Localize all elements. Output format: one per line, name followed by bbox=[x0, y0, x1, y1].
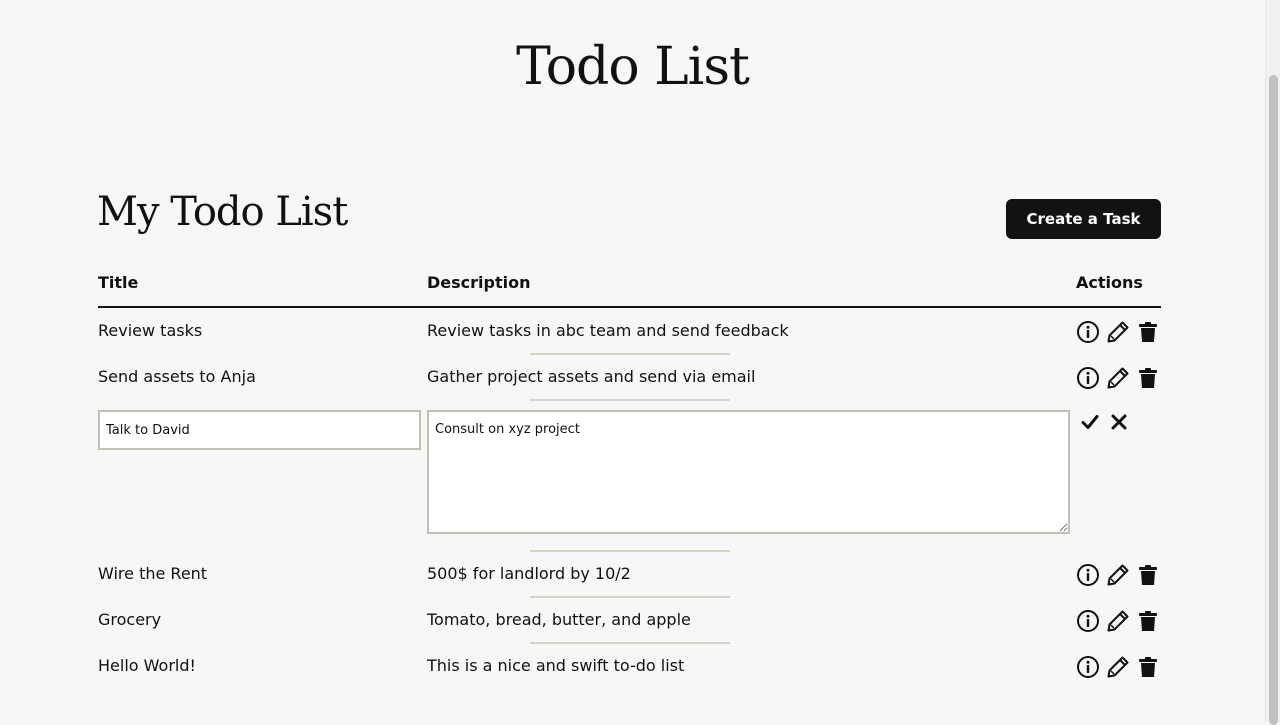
trash-icon[interactable] bbox=[1136, 655, 1160, 679]
app-title: Todo List bbox=[516, 37, 750, 97]
task-actions bbox=[1076, 563, 1166, 587]
row-divider bbox=[530, 399, 730, 401]
checkmark-icon[interactable] bbox=[1080, 412, 1100, 432]
column-header-title: Title bbox=[98, 273, 139, 292]
trash-icon[interactable] bbox=[1136, 563, 1160, 587]
task-title-input[interactable] bbox=[98, 410, 421, 450]
trash-icon[interactable] bbox=[1136, 609, 1160, 633]
trash-icon[interactable] bbox=[1136, 366, 1160, 390]
task-row: Hello World! This is a nice and swift to… bbox=[0, 643, 1265, 689]
edit-actions bbox=[1080, 412, 1140, 434]
task-actions bbox=[1076, 366, 1166, 390]
pencil-icon[interactable] bbox=[1106, 366, 1130, 390]
task-actions bbox=[1076, 320, 1166, 344]
task-row: Review tasks Review tasks in abc team an… bbox=[0, 308, 1265, 354]
info-circle-icon[interactable] bbox=[1076, 563, 1100, 587]
list-heading: My Todo List bbox=[97, 189, 348, 235]
info-circle-icon[interactable] bbox=[1076, 320, 1100, 344]
pencil-icon[interactable] bbox=[1106, 609, 1130, 633]
task-description: Tomato, bread, butter, and apple bbox=[427, 610, 691, 629]
task-row: Send assets to Anja Gather project asset… bbox=[0, 354, 1265, 400]
create-task-button[interactable]: Create a Task bbox=[1006, 199, 1161, 239]
task-description: 500$ for landlord by 10/2 bbox=[427, 564, 631, 583]
task-row: Grocery Tomato, bread, butter, and apple bbox=[0, 597, 1265, 643]
task-description: Review tasks in abc team and send feedba… bbox=[427, 321, 789, 340]
x-icon[interactable] bbox=[1109, 412, 1129, 432]
pencil-icon[interactable] bbox=[1106, 655, 1130, 679]
task-description: Gather project assets and send via email bbox=[427, 367, 756, 386]
task-row: Wire the Rent 500$ for landlord by 10/2 bbox=[0, 551, 1265, 597]
pencil-icon[interactable] bbox=[1106, 320, 1130, 344]
page-scrollbar[interactable] bbox=[1265, 0, 1280, 725]
task-title: Send assets to Anja bbox=[98, 367, 256, 386]
task-actions bbox=[1076, 609, 1166, 633]
task-title: Wire the Rent bbox=[98, 564, 208, 583]
task-description-textarea[interactable]: Consult on xyz project bbox=[427, 410, 1070, 534]
task-actions bbox=[1076, 655, 1166, 679]
column-header-description: Description bbox=[427, 273, 531, 292]
pencil-icon[interactable] bbox=[1106, 563, 1130, 587]
column-header-actions: Actions bbox=[1076, 273, 1143, 292]
task-title: Grocery bbox=[98, 610, 162, 629]
task-description: This is a nice and swift to-do list bbox=[427, 656, 685, 675]
task-title: Hello World! bbox=[98, 656, 196, 675]
info-circle-icon[interactable] bbox=[1076, 366, 1100, 390]
info-circle-icon[interactable] bbox=[1076, 609, 1100, 633]
task-title: Review tasks bbox=[98, 321, 203, 340]
trash-icon[interactable] bbox=[1136, 320, 1160, 344]
scrollbar-thumb[interactable] bbox=[1269, 75, 1278, 725]
info-circle-icon[interactable] bbox=[1076, 655, 1100, 679]
